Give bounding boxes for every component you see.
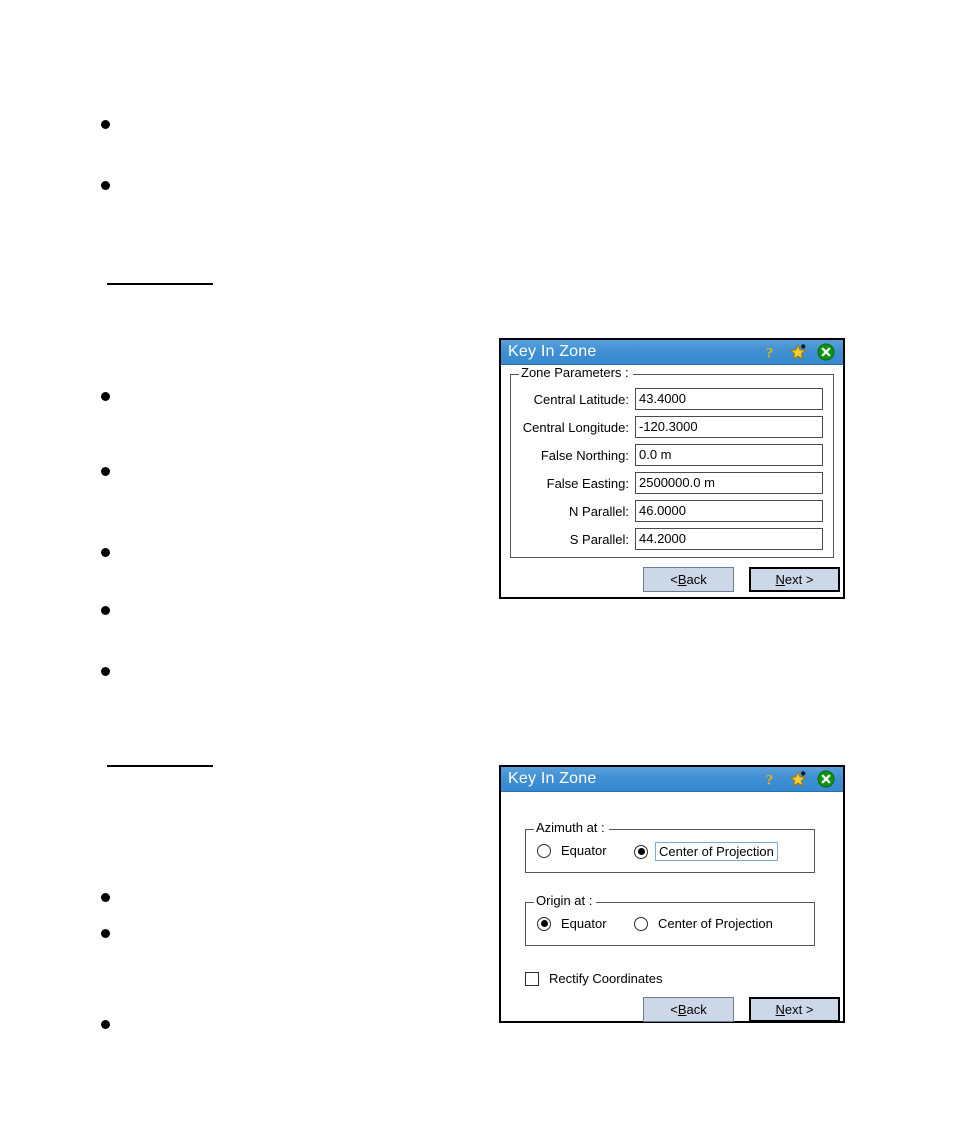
titlebar-icons: ?	[760, 770, 841, 789]
list-bullet	[101, 606, 110, 615]
back-button[interactable]: < Back	[643, 567, 734, 592]
key-in-zone-parameters-dialog: Key In Zone ? Zone Parameters: Central …	[499, 338, 845, 599]
central-longitude-input[interactable]: -120.3000	[635, 416, 823, 438]
help-icon[interactable]: ?	[760, 770, 779, 789]
field-row-false-easting: False Easting: 2500000.0 m	[519, 472, 829, 494]
option-label: Center of Projection	[658, 916, 773, 931]
field-label: False Easting:	[546, 475, 629, 491]
field-label: Central Longitude:	[522, 419, 629, 435]
key-in-zone-azimuth-dialog: Key In Zone ? Azimuth at: Equator Cente…	[499, 765, 845, 1023]
close-icon[interactable]	[816, 343, 835, 362]
rectify-coordinates-checkbox-row[interactable]: Rectify Coordinates	[525, 970, 665, 987]
star-icon[interactable]	[788, 343, 807, 362]
svg-text:?: ?	[766, 345, 774, 361]
list-bullet	[101, 1020, 110, 1029]
dialog-body: Zone Parameters : Central Latitude: 43.4…	[501, 365, 843, 597]
radio-icon[interactable]	[537, 843, 551, 858]
origin-option-center-of-projection[interactable]: Center of Projection	[634, 915, 776, 932]
close-icon[interactable]	[816, 770, 835, 789]
field-label: False Northing:	[540, 447, 629, 463]
s-parallel-input[interactable]: 44.2000	[635, 528, 823, 550]
checkbox-label: Rectify Coordinates	[549, 971, 663, 986]
svg-text:?: ?	[766, 772, 774, 788]
option-label: Equator	[561, 916, 607, 931]
back-button[interactable]: < Back	[643, 997, 734, 1022]
groupbox-legend: Azimuth at :	[534, 821, 609, 835]
radio-icon[interactable]	[537, 916, 551, 931]
help-icon[interactable]: ?	[760, 343, 779, 362]
false-northing-input[interactable]: 0.0 m	[635, 444, 823, 466]
central-latitude-input[interactable]: 43.4000	[635, 388, 823, 410]
list-bullet	[101, 929, 110, 938]
list-bullet	[101, 467, 110, 476]
option-label: Equator	[561, 843, 607, 858]
list-bullet	[101, 120, 110, 129]
dialog-titlebar: Key In Zone ?	[501, 340, 843, 365]
groupbox-legend: Origin at :	[534, 894, 597, 908]
origin-option-equator[interactable]: Equator	[537, 915, 610, 932]
n-parallel-input[interactable]: 46.0000	[635, 500, 823, 522]
next-button[interactable]: Next >	[749, 567, 840, 592]
checkbox-icon[interactable]	[525, 971, 539, 986]
dialog-body: Azimuth at : Equator Center of Projectio…	[501, 792, 843, 1022]
list-bullet	[101, 392, 110, 401]
next-button[interactable]: Next >	[749, 997, 840, 1022]
radio-icon[interactable]	[634, 844, 648, 859]
field-row-n-parallel: N Parallel: 46.0000	[519, 500, 829, 522]
list-bullet	[101, 181, 110, 190]
azimuth-option-center-of-projection[interactable]: Center of Projection	[634, 842, 778, 861]
list-bullet	[101, 667, 110, 676]
field-label: S Parallel:	[569, 531, 629, 547]
field-label: Central Latitude:	[533, 391, 629, 407]
azimuth-option-equator[interactable]: Equator	[537, 842, 610, 859]
false-easting-input[interactable]: 2500000.0 m	[635, 472, 823, 494]
dialog-titlebar: Key In Zone ?	[501, 767, 843, 792]
section-rule	[107, 283, 213, 285]
field-label: N Parallel:	[569, 503, 629, 519]
dialog-title: Key In Zone	[508, 343, 597, 360]
list-bullet	[101, 548, 110, 557]
groupbox-legend: Zone Parameters :	[519, 366, 633, 380]
field-row-false-northing: False Northing: 0.0 m	[519, 444, 829, 466]
star-icon[interactable]	[788, 770, 807, 789]
field-row-central-longitude: Central Longitude: -120.3000	[519, 416, 829, 438]
option-label: Center of Projection	[655, 842, 778, 861]
section-rule	[107, 765, 213, 767]
field-row-s-parallel: S Parallel: 44.2000	[519, 528, 829, 550]
field-row-central-latitude: Central Latitude: 43.4000	[519, 388, 829, 410]
radio-icon[interactable]	[634, 916, 648, 931]
titlebar-icons: ?	[760, 343, 841, 362]
dialog-title: Key In Zone	[508, 770, 597, 787]
list-bullet	[101, 893, 110, 902]
